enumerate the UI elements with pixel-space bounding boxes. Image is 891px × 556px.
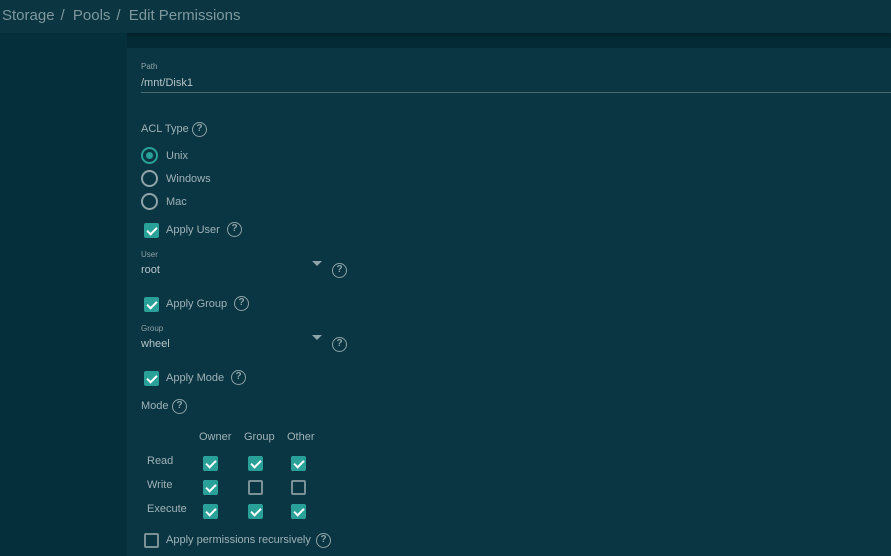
path-label: Path [141, 62, 158, 71]
help-icon[interactable]: ? [234, 296, 249, 311]
acl-type-label: ACL Type [141, 123, 189, 135]
mode-read-other-checkbox[interactable] [291, 456, 306, 471]
user-select[interactable]: root [141, 264, 160, 276]
mode-row-label: Write [147, 479, 173, 491]
mode-read-group-checkbox[interactable] [248, 456, 263, 471]
mode-row-label: Execute [147, 503, 187, 515]
sidebar-area [0, 33, 127, 556]
radio-mac[interactable] [141, 193, 158, 210]
mode-execute-owner-checkbox[interactable] [203, 504, 218, 519]
chevron-down-icon[interactable] [312, 335, 322, 340]
group-select[interactable]: wheel [141, 338, 170, 350]
apply-group-checkbox[interactable] [144, 297, 159, 312]
mode-write-other-checkbox[interactable] [291, 480, 306, 495]
col-group: Group [244, 431, 275, 443]
apply-mode-label: Apply Mode [166, 372, 225, 384]
breadcrumb-pools[interactable]: Pools [73, 7, 111, 24]
mode-write-group-checkbox[interactable] [248, 480, 263, 495]
group-label: Group [141, 324, 164, 333]
mode-execute-group-checkbox[interactable] [248, 504, 263, 519]
apply-user-checkbox[interactable] [144, 223, 159, 238]
radio-unix-label: Unix [166, 150, 189, 162]
top-bar: Storage / Pools / Edit Permissions [0, 0, 891, 33]
help-icon[interactable]: ? [231, 370, 246, 385]
path-underline [141, 92, 891, 93]
radio-mac-label: Mac [166, 196, 187, 208]
apply-group-label: Apply Group [166, 298, 228, 310]
radio-windows[interactable] [141, 170, 158, 187]
col-owner: Owner [199, 431, 232, 443]
mode-write-owner-checkbox[interactable] [203, 480, 218, 495]
radio-windows-label: Windows [166, 173, 211, 185]
help-icon[interactable]: ? [172, 399, 187, 414]
mode-label: Mode [141, 400, 169, 412]
apply-mode-checkbox[interactable] [144, 371, 159, 386]
radio-unix[interactable] [141, 147, 158, 164]
breadcrumb-edit-permissions: Edit Permissions [128, 7, 241, 24]
help-icon[interactable]: ? [227, 222, 242, 237]
permissions-form: Path /mnt/Disk1 ACL Type ? Unix Windows … [127, 48, 891, 556]
breadcrumb: Storage / Pools / Edit Permissions [2, 7, 241, 24]
mode-execute-other-checkbox[interactable] [291, 504, 306, 519]
help-icon[interactable]: ? [332, 337, 347, 352]
help-icon[interactable]: ? [192, 122, 207, 137]
path-input[interactable]: /mnt/Disk1 [141, 77, 193, 89]
breadcrumb-storage[interactable]: Storage [2, 7, 55, 24]
help-icon[interactable]: ? [332, 263, 347, 278]
chevron-down-icon[interactable] [312, 261, 322, 266]
col-other: Other [287, 431, 315, 443]
mode-row-label: Read [147, 455, 174, 467]
mode-read-owner-checkbox[interactable] [203, 456, 218, 471]
apply-user-label: Apply User [166, 224, 220, 236]
user-label: User [141, 250, 158, 259]
help-icon[interactable]: ? [316, 533, 331, 548]
recursive-label: Apply permissions recursively [166, 534, 311, 546]
recursive-checkbox[interactable] [144, 533, 159, 548]
